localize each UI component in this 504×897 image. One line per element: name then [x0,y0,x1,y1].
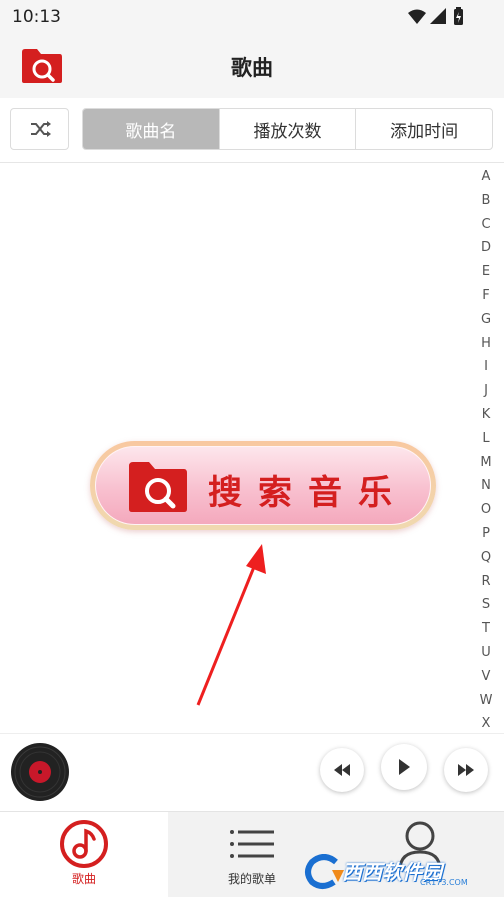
shuffle-icon [31,121,51,137]
status-icons [406,7,466,27]
alphabet-index[interactable]: ABCDEFGHIJKLMNOPQRSTUVWX [478,165,494,736]
status-time: 10:13 [12,7,61,27]
site-watermark: 西西软件园 CR173.COM [302,854,498,890]
arrow-icon [190,540,280,714]
list-icon [230,830,274,858]
app-header: 歌曲 [0,34,504,98]
rewind-button[interactable] [320,748,364,792]
rewind-icon [334,764,350,776]
alpha-index-letter[interactable]: P [478,522,494,546]
alpha-index-letter[interactable]: D [478,236,494,260]
sort-by-song-name[interactable]: 歌曲名 [83,109,220,149]
alpha-index-letter[interactable]: H [478,332,494,356]
alpha-index-letter[interactable]: C [478,213,494,237]
search-folder-icon [127,461,189,513]
alpha-index-letter[interactable]: F [478,284,494,308]
alpha-index-letter[interactable]: K [478,403,494,427]
page-title: 歌曲 [231,56,273,80]
alpha-index-letter[interactable]: U [478,641,494,665]
alpha-index-letter[interactable]: E [478,260,494,284]
alpha-index-letter[interactable]: N [478,474,494,498]
search-music-button[interactable]: 搜索音乐 [90,441,436,530]
alpha-index-letter[interactable]: L [478,427,494,451]
signal-icon [430,8,446,24]
alpha-index-letter[interactable]: I [478,355,494,379]
play-button[interactable] [381,744,427,790]
shuffle-button[interactable] [10,108,69,150]
sort-by-play-count[interactable]: 播放次数 [220,109,357,149]
alpha-index-letter[interactable]: W [478,689,494,713]
alpha-index-letter[interactable]: R [478,570,494,594]
music-note-icon [60,820,108,868]
alpha-index-letter[interactable]: J [478,379,494,403]
sort-bar: 歌曲名 播放次数 添加时间 [0,98,504,163]
watermark-logo-icon [305,854,344,889]
alpha-index-letter[interactable]: V [478,665,494,689]
watermark-sub: CR173.COM [420,878,468,887]
alpha-index-letter[interactable]: B [478,189,494,213]
alpha-index-letter[interactable]: A [478,165,494,189]
alpha-index-letter[interactable]: S [478,593,494,617]
alpha-index-letter[interactable]: O [478,498,494,522]
vinyl-record-icon[interactable] [10,742,70,802]
fast-forward-button[interactable] [444,748,488,792]
alpha-index-letter[interactable]: Q [478,546,494,570]
fast-forward-icon [458,764,474,776]
play-icon [399,759,410,775]
sort-by-added-time[interactable]: 添加时间 [356,109,492,149]
nav-songs-label: 歌曲 [71,872,96,886]
battery-charging-icon [454,7,463,25]
mini-player [0,733,504,812]
status-bar: 10:13 [0,0,504,34]
sort-segmented-control: 歌曲名 播放次数 添加时间 [82,108,493,150]
nav-songs[interactable]: 歌曲 [0,812,168,897]
search-music-label: 搜索音乐 [208,473,408,513]
alpha-index-letter[interactable]: T [478,617,494,641]
alpha-index-letter[interactable]: G [478,308,494,332]
alpha-index-letter[interactable]: M [478,451,494,475]
wifi-icon [408,9,426,24]
